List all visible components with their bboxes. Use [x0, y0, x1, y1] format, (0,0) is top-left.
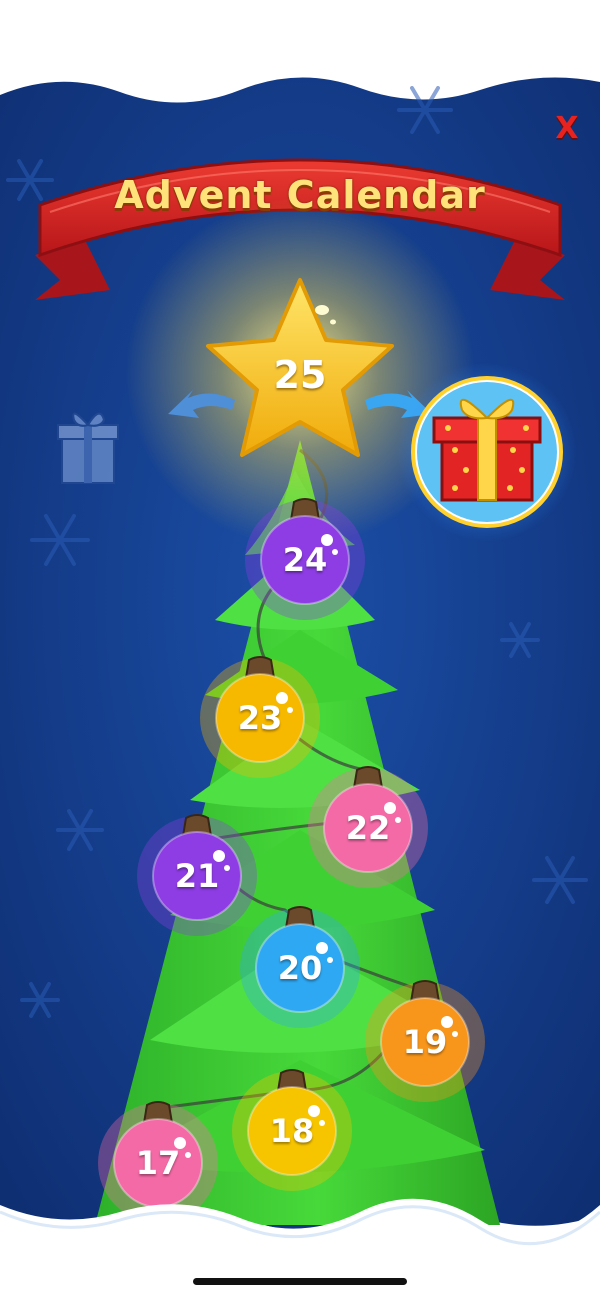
advent-calendar-screen: X Advent Calendar 25 24 23 22 21 20 19 18 17	[0, 0, 600, 1300]
gift-icon[interactable]	[411, 376, 563, 528]
home-indicator	[193, 1278, 407, 1285]
star-day-label[interactable]: 25	[245, 345, 355, 405]
close-button[interactable]: X	[550, 112, 584, 146]
page-title: Advent Calendar	[114, 173, 486, 217]
